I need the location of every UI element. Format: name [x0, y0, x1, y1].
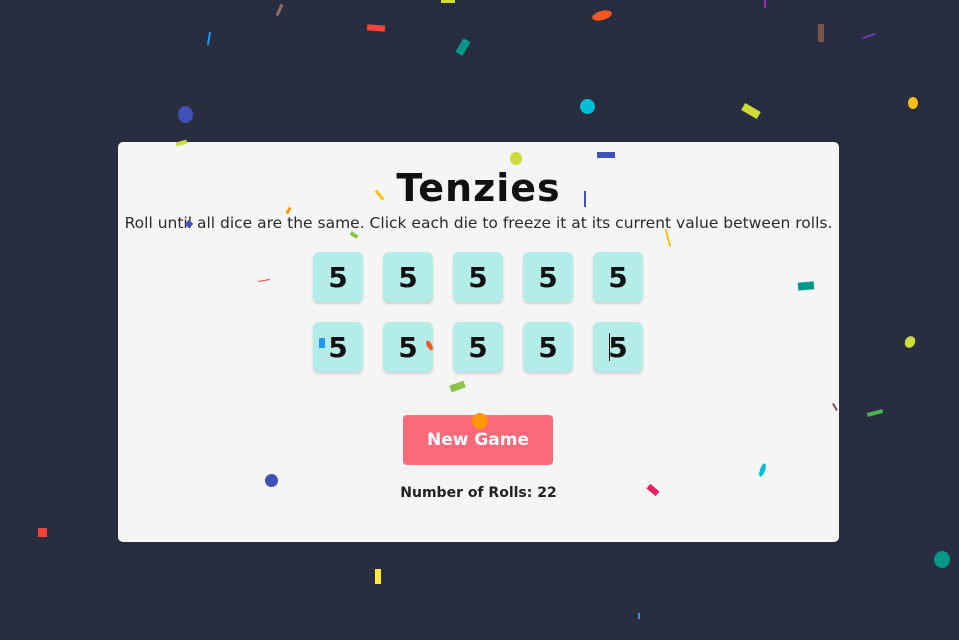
confetti-piece: [275, 3, 284, 17]
confetti-piece: [934, 551, 950, 568]
confetti-piece: [580, 99, 595, 114]
confetti-piece: [366, 24, 386, 32]
confetti-piece: [591, 8, 613, 23]
text-cursor: [609, 333, 610, 361]
die-1[interactable]: 5: [313, 252, 363, 302]
die-9[interactable]: 5: [523, 322, 573, 372]
confetti-piece: [866, 408, 884, 418]
confetti-piece: [764, 0, 766, 8]
confetti-piece: [38, 528, 47, 537]
die-2[interactable]: 5: [383, 252, 433, 302]
confetti-piece: [178, 106, 193, 123]
die-8[interactable]: 5: [453, 322, 503, 372]
game-title: Tenzies: [396, 166, 561, 210]
die-4[interactable]: 5: [523, 252, 573, 302]
game-card: Tenzies Roll until all dice are the same…: [118, 142, 839, 542]
roll-counter: Number of Rolls: 22: [400, 485, 557, 501]
die-3[interactable]: 5: [453, 252, 503, 302]
confetti-piece: [908, 97, 918, 109]
confetti-piece: [741, 103, 761, 119]
confetti-piece: [902, 334, 918, 350]
confetti-piece: [455, 38, 471, 56]
confetti-piece: [206, 31, 212, 46]
die-5[interactable]: 5: [593, 252, 643, 302]
confetti-piece: [818, 24, 824, 42]
confetti-piece: [375, 569, 381, 584]
die-10-value: 5: [608, 330, 628, 364]
game-instructions: Roll until all dice are the same. Click …: [124, 214, 833, 232]
dice-grid: 5 5 5 5 5 5 5 5 5 5: [313, 252, 643, 372]
confetti-piece: [862, 32, 876, 40]
confetti-piece: [638, 613, 640, 619]
die-7[interactable]: 5: [383, 322, 433, 372]
new-game-button[interactable]: New Game: [403, 415, 553, 465]
die-6[interactable]: 5: [313, 322, 363, 372]
die-10[interactable]: 5: [593, 322, 643, 372]
confetti-piece: [441, 0, 455, 3]
